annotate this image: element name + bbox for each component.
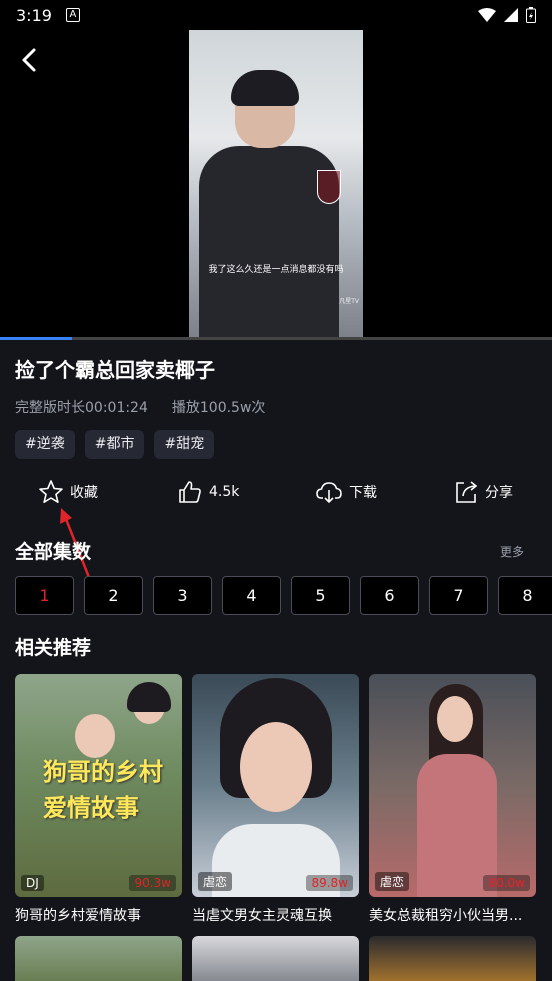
episodes-heading: 全部集数 (15, 541, 92, 563)
tag[interactable]: #逆袭 (15, 430, 75, 459)
card-badge: 虐恋 (375, 872, 410, 891)
video-progress-bar[interactable] (0, 337, 552, 340)
recommend-heading: 相关推荐 (15, 637, 92, 659)
action-bar: 收藏 4.5k 下载 分享 (0, 476, 552, 508)
card-play-count: 89.8w (306, 875, 353, 891)
episode-button[interactable]: 8 (498, 576, 552, 615)
video-subtitle: 我了这么久还是一点消息都没有吗 (208, 265, 344, 275)
card-badge: DJ (21, 875, 44, 891)
video-progress-fill (0, 337, 72, 340)
tag[interactable]: #甜宠 (154, 430, 215, 459)
star-icon (39, 480, 63, 503)
recommend-card-partial[interactable] (192, 936, 359, 981)
card-badge: 虐恋 (198, 872, 233, 891)
episode-button[interactable]: 1 (15, 576, 74, 615)
download-label: 下载 (349, 485, 377, 501)
download-button[interactable]: 下载 (315, 476, 377, 508)
recommend-card-partial[interactable] (369, 936, 536, 981)
recommend-card[interactable]: 虐恋 80.0w 美女总裁租穷小伙当男... (369, 674, 536, 925)
card-title: 美女总裁租穷小伙当男... (369, 908, 523, 924)
episode-button[interactable]: 4 (222, 576, 281, 615)
thumbs-up-icon (179, 481, 201, 503)
share-icon (456, 481, 478, 503)
poster-text: 狗哥的乡村爱情故事 (43, 758, 163, 822)
drama-meta: 完整版时长00:01:24 播放100.5w次 (15, 397, 265, 417)
drama-plays: 播放100.5w次 (171, 400, 266, 416)
video-watermark: 凡星TV (339, 298, 359, 305)
more-episodes-link[interactable]: 更多 (500, 543, 524, 560)
episode-list: 1 2 3 4 5 6 7 8 (15, 576, 552, 615)
tag[interactable]: #都市 (84, 430, 145, 459)
card-title: 狗哥的乡村爱情故事 (15, 908, 141, 924)
favorite-label: 收藏 (70, 485, 98, 501)
cloud-download-icon (316, 482, 342, 504)
wifi-icon (478, 8, 496, 22)
video-frame: 我了这么久还是一点消息都没有吗 凡星TV (189, 30, 363, 339)
status-time: 3:19 (16, 5, 52, 25)
card-thumbnail: 虐恋 89.8w (192, 674, 359, 897)
tag-list: #逆袭 #都市 #甜宠 (15, 430, 215, 459)
episode-button[interactable]: 5 (291, 576, 350, 615)
like-count: 4.5k (209, 484, 240, 500)
card-play-count: 90.3w (129, 875, 176, 891)
episode-button[interactable]: 3 (153, 576, 212, 615)
card-thumbnail: 虐恋 80.0w (369, 674, 536, 897)
battery-icon (526, 7, 536, 23)
share-button[interactable]: 分享 (453, 476, 513, 508)
like-button[interactable]: 4.5k (177, 476, 239, 508)
card-title: 当虐文男女主灵魂互换 (192, 908, 332, 924)
recommend-card-partial[interactable] (15, 936, 182, 981)
status-bar: 3:19 A (0, 0, 552, 30)
signal-icon (504, 8, 518, 22)
video-player[interactable]: 我了这么久还是一点消息都没有吗 凡星TV (0, 30, 552, 340)
recommend-card[interactable]: 虐恋 89.8w 当虐文男女主灵魂互换 (192, 674, 359, 925)
drama-duration: 完整版时长00:01:24 (15, 400, 148, 416)
episode-button[interactable]: 6 (360, 576, 419, 615)
episode-button[interactable]: 2 (84, 576, 143, 615)
back-arrow-icon[interactable] (14, 44, 46, 76)
episode-button[interactable]: 7 (429, 576, 488, 615)
favorite-button[interactable]: 收藏 (38, 476, 98, 508)
card-thumbnail: 狗哥的乡村爱情故事 DJ 90.3w (15, 674, 182, 897)
wine-glass (317, 170, 341, 204)
drama-title: 捡了个霸总回家卖椰子 (15, 358, 215, 382)
recommend-card[interactable]: 狗哥的乡村爱情故事 DJ 90.3w 狗哥的乡村爱情故事 (15, 674, 182, 925)
status-icons (478, 7, 536, 23)
recommend-list-row2 (15, 936, 536, 981)
share-label: 分享 (485, 485, 513, 501)
recommend-list: 狗哥的乡村爱情故事 DJ 90.3w 狗哥的乡村爱情故事 虐恋 89.8w 当虐… (15, 674, 536, 925)
notification-icon: A (65, 8, 80, 22)
card-play-count: 80.0w (483, 875, 530, 891)
